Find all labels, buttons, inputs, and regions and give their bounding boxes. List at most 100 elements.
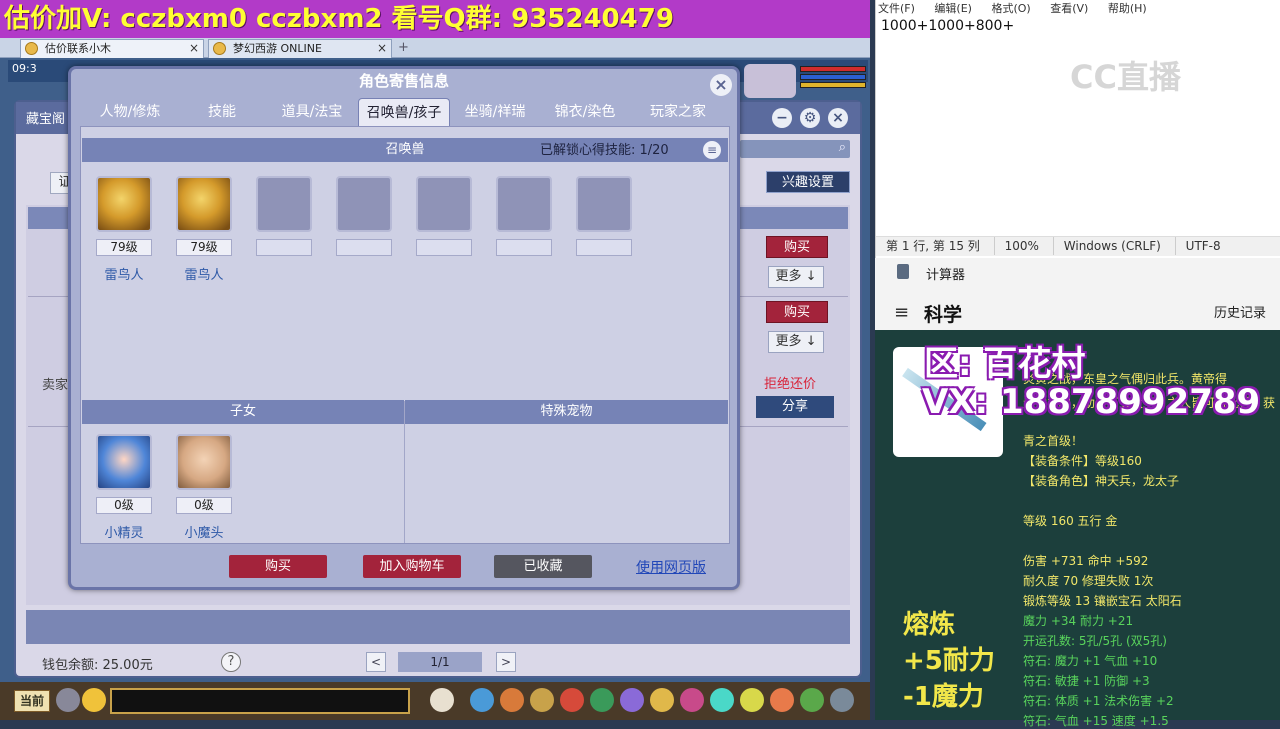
tab-favicon-icon: [213, 42, 226, 55]
skill-unlock-count: 已解锁心得技能: 1/20: [540, 143, 669, 158]
menu-icon[interactable]: ≡: [703, 141, 721, 159]
pet-icon[interactable]: [430, 688, 454, 712]
search-input[interactable]: ⌕: [740, 140, 850, 158]
menu-edit[interactable]: 编辑(E): [934, 0, 972, 14]
mail-icon[interactable]: [680, 688, 704, 712]
notepad-text-area[interactable]: 1000+1000+800+: [881, 18, 1014, 34]
next-page-button[interactable]: >: [496, 652, 516, 672]
share-button[interactable]: 分享: [756, 396, 834, 418]
window-title: 藏宝阁: [26, 112, 66, 127]
close-icon[interactable]: ×: [828, 108, 848, 128]
browser-tab-game[interactable]: 梦幻西游 ONLINE ×: [208, 39, 392, 58]
status-encoding: UTF-8: [1174, 237, 1231, 255]
activity-icon[interactable]: [770, 688, 794, 712]
tab-summons[interactable]: 召唤兽/孩子: [358, 98, 450, 126]
skill-icon[interactable]: [470, 688, 494, 712]
more-button[interactable]: 更多 ↓: [768, 266, 824, 288]
pet-level: [416, 239, 472, 256]
new-tab-button[interactable]: +: [398, 40, 409, 55]
buy-button[interactable]: 购买: [229, 555, 327, 578]
promo-banner: 估价加V: cczbxm0 cczbxm2 看号Q群: 935240479: [0, 0, 870, 38]
tab-character[interactable]: 人物/修炼: [88, 98, 172, 126]
tab-close-icon[interactable]: ×: [189, 40, 199, 57]
menu-format[interactable]: 格式(O): [991, 0, 1030, 14]
help-icon[interactable]: ?: [221, 652, 241, 672]
menu-file[interactable]: 文件(F): [878, 0, 915, 14]
add-to-cart-button[interactable]: 加入购物车: [363, 555, 461, 578]
chat-input[interactable]: [110, 688, 410, 714]
map-icon[interactable]: [800, 688, 824, 712]
notepad-status-bar: 第 1 行, 第 15 列 100% Windows (CRLF) UTF-8: [876, 236, 1280, 256]
tab-favicon-icon: [25, 42, 38, 55]
mp-bar: [800, 74, 866, 80]
browser-tab-label: 梦幻西游 ONLINE: [233, 42, 322, 55]
buy-button[interactable]: 购买: [766, 236, 828, 258]
web-version-link[interactable]: 使用网页版: [636, 557, 706, 577]
child-elf-icon[interactable]: [96, 434, 152, 490]
tab-home[interactable]: 玩家之家: [636, 98, 720, 126]
gear-icon[interactable]: ⚙: [800, 108, 820, 128]
item-attribute-line: 青之首级！: [1023, 434, 1084, 448]
dialog-title: 角色寄售信息: [358, 72, 449, 90]
hamburger-menu-icon[interactable]: ≡: [894, 302, 909, 323]
quest-icon[interactable]: [620, 688, 644, 712]
browser-tab-strip: 估价联系小木 × 梦幻西游 ONLINE × +: [0, 38, 870, 58]
server-region-label: 区: 百花村: [924, 344, 1086, 384]
bag-icon[interactable]: [530, 688, 554, 712]
guild-icon[interactable]: [710, 688, 734, 712]
minimize-icon[interactable]: −: [772, 108, 792, 128]
child-level: 0级: [96, 497, 152, 514]
tab-close-icon[interactable]: ×: [377, 40, 387, 57]
child-demon-icon[interactable]: [176, 434, 232, 490]
status-line-ending: Windows (CRLF): [1052, 237, 1171, 255]
menu-help[interactable]: 帮助(H): [1108, 0, 1147, 14]
shop-icon[interactable]: [740, 688, 764, 712]
pet-name: 雷鸟人: [184, 268, 224, 283]
tab-mounts[interactable]: 坐骑/祥瑞: [454, 98, 536, 126]
tab-skills[interactable]: 技能: [188, 98, 256, 126]
item-attribute-line: 符石: 敏捷 +1 防御 +3: [1023, 674, 1150, 688]
tab-items[interactable]: 道具/法宝: [270, 98, 354, 126]
interest-settings-button[interactable]: 兴趣设置: [766, 171, 850, 193]
more-button[interactable]: 更多 ↓: [768, 331, 824, 353]
pet-slot-thunderbird-icon[interactable]: [96, 176, 152, 232]
status-zoom: 100%: [993, 237, 1049, 255]
browser-tab-label: 估价联系小木: [45, 42, 111, 55]
prev-page-button[interactable]: <: [366, 652, 386, 672]
close-icon[interactable]: ×: [710, 74, 732, 96]
history-button[interactable]: 历史记录: [1214, 302, 1266, 321]
emoji-icon[interactable]: [82, 688, 106, 712]
item-attribute-line: 耐久度 70 修理失败 1次: [1023, 574, 1154, 588]
item-icon[interactable]: [500, 688, 524, 712]
pet-level: [256, 239, 312, 256]
calculator-mode: 科学: [924, 304, 963, 326]
voice-icon[interactable]: [56, 688, 80, 712]
empty-pet-slot: [496, 176, 552, 232]
child-name: 小魔头: [184, 526, 224, 541]
calculator-icon: [897, 264, 909, 279]
smelt-label: 熔炼: [903, 610, 956, 640]
menu-view[interactable]: 查看(V): [1050, 0, 1088, 14]
child-level: 0级: [176, 497, 232, 514]
tab-outfits[interactable]: 锦衣/染色: [544, 98, 626, 126]
notepad-menu: 文件(F) 编辑(E) 格式(O) 查看(V) 帮助(H): [878, 0, 1278, 14]
team-icon[interactable]: [560, 688, 584, 712]
pet-slot-thunderbird-icon[interactable]: [176, 176, 232, 232]
pet-name: 雷鸟人: [104, 268, 144, 283]
wallet-balance: 钱包余额: 25.00元: [42, 658, 153, 673]
system-icon[interactable]: [830, 688, 854, 712]
friend-icon[interactable]: [590, 688, 614, 712]
window-footer-bar: [26, 610, 850, 644]
player-avatar[interactable]: [744, 64, 796, 98]
empty-pet-slot: [576, 176, 632, 232]
collected-button[interactable]: 已收藏: [494, 555, 592, 578]
buy-button[interactable]: 购买: [766, 301, 828, 323]
smelt-endurance: +5耐力: [903, 646, 995, 676]
browser-tab-appraisal[interactable]: 估价联系小木 ×: [20, 39, 204, 58]
gift-icon[interactable]: [650, 688, 674, 712]
item-attribute-line: 锻炼等级 13 镶嵌宝石 太阳石: [1023, 594, 1182, 608]
item-attribute-line: 【装备条件】等级160: [1023, 454, 1142, 468]
pet-level: 79级: [176, 239, 232, 256]
status-position: 第 1 行, 第 15 列: [886, 239, 980, 253]
chat-channel-button[interactable]: 当前: [14, 690, 50, 712]
